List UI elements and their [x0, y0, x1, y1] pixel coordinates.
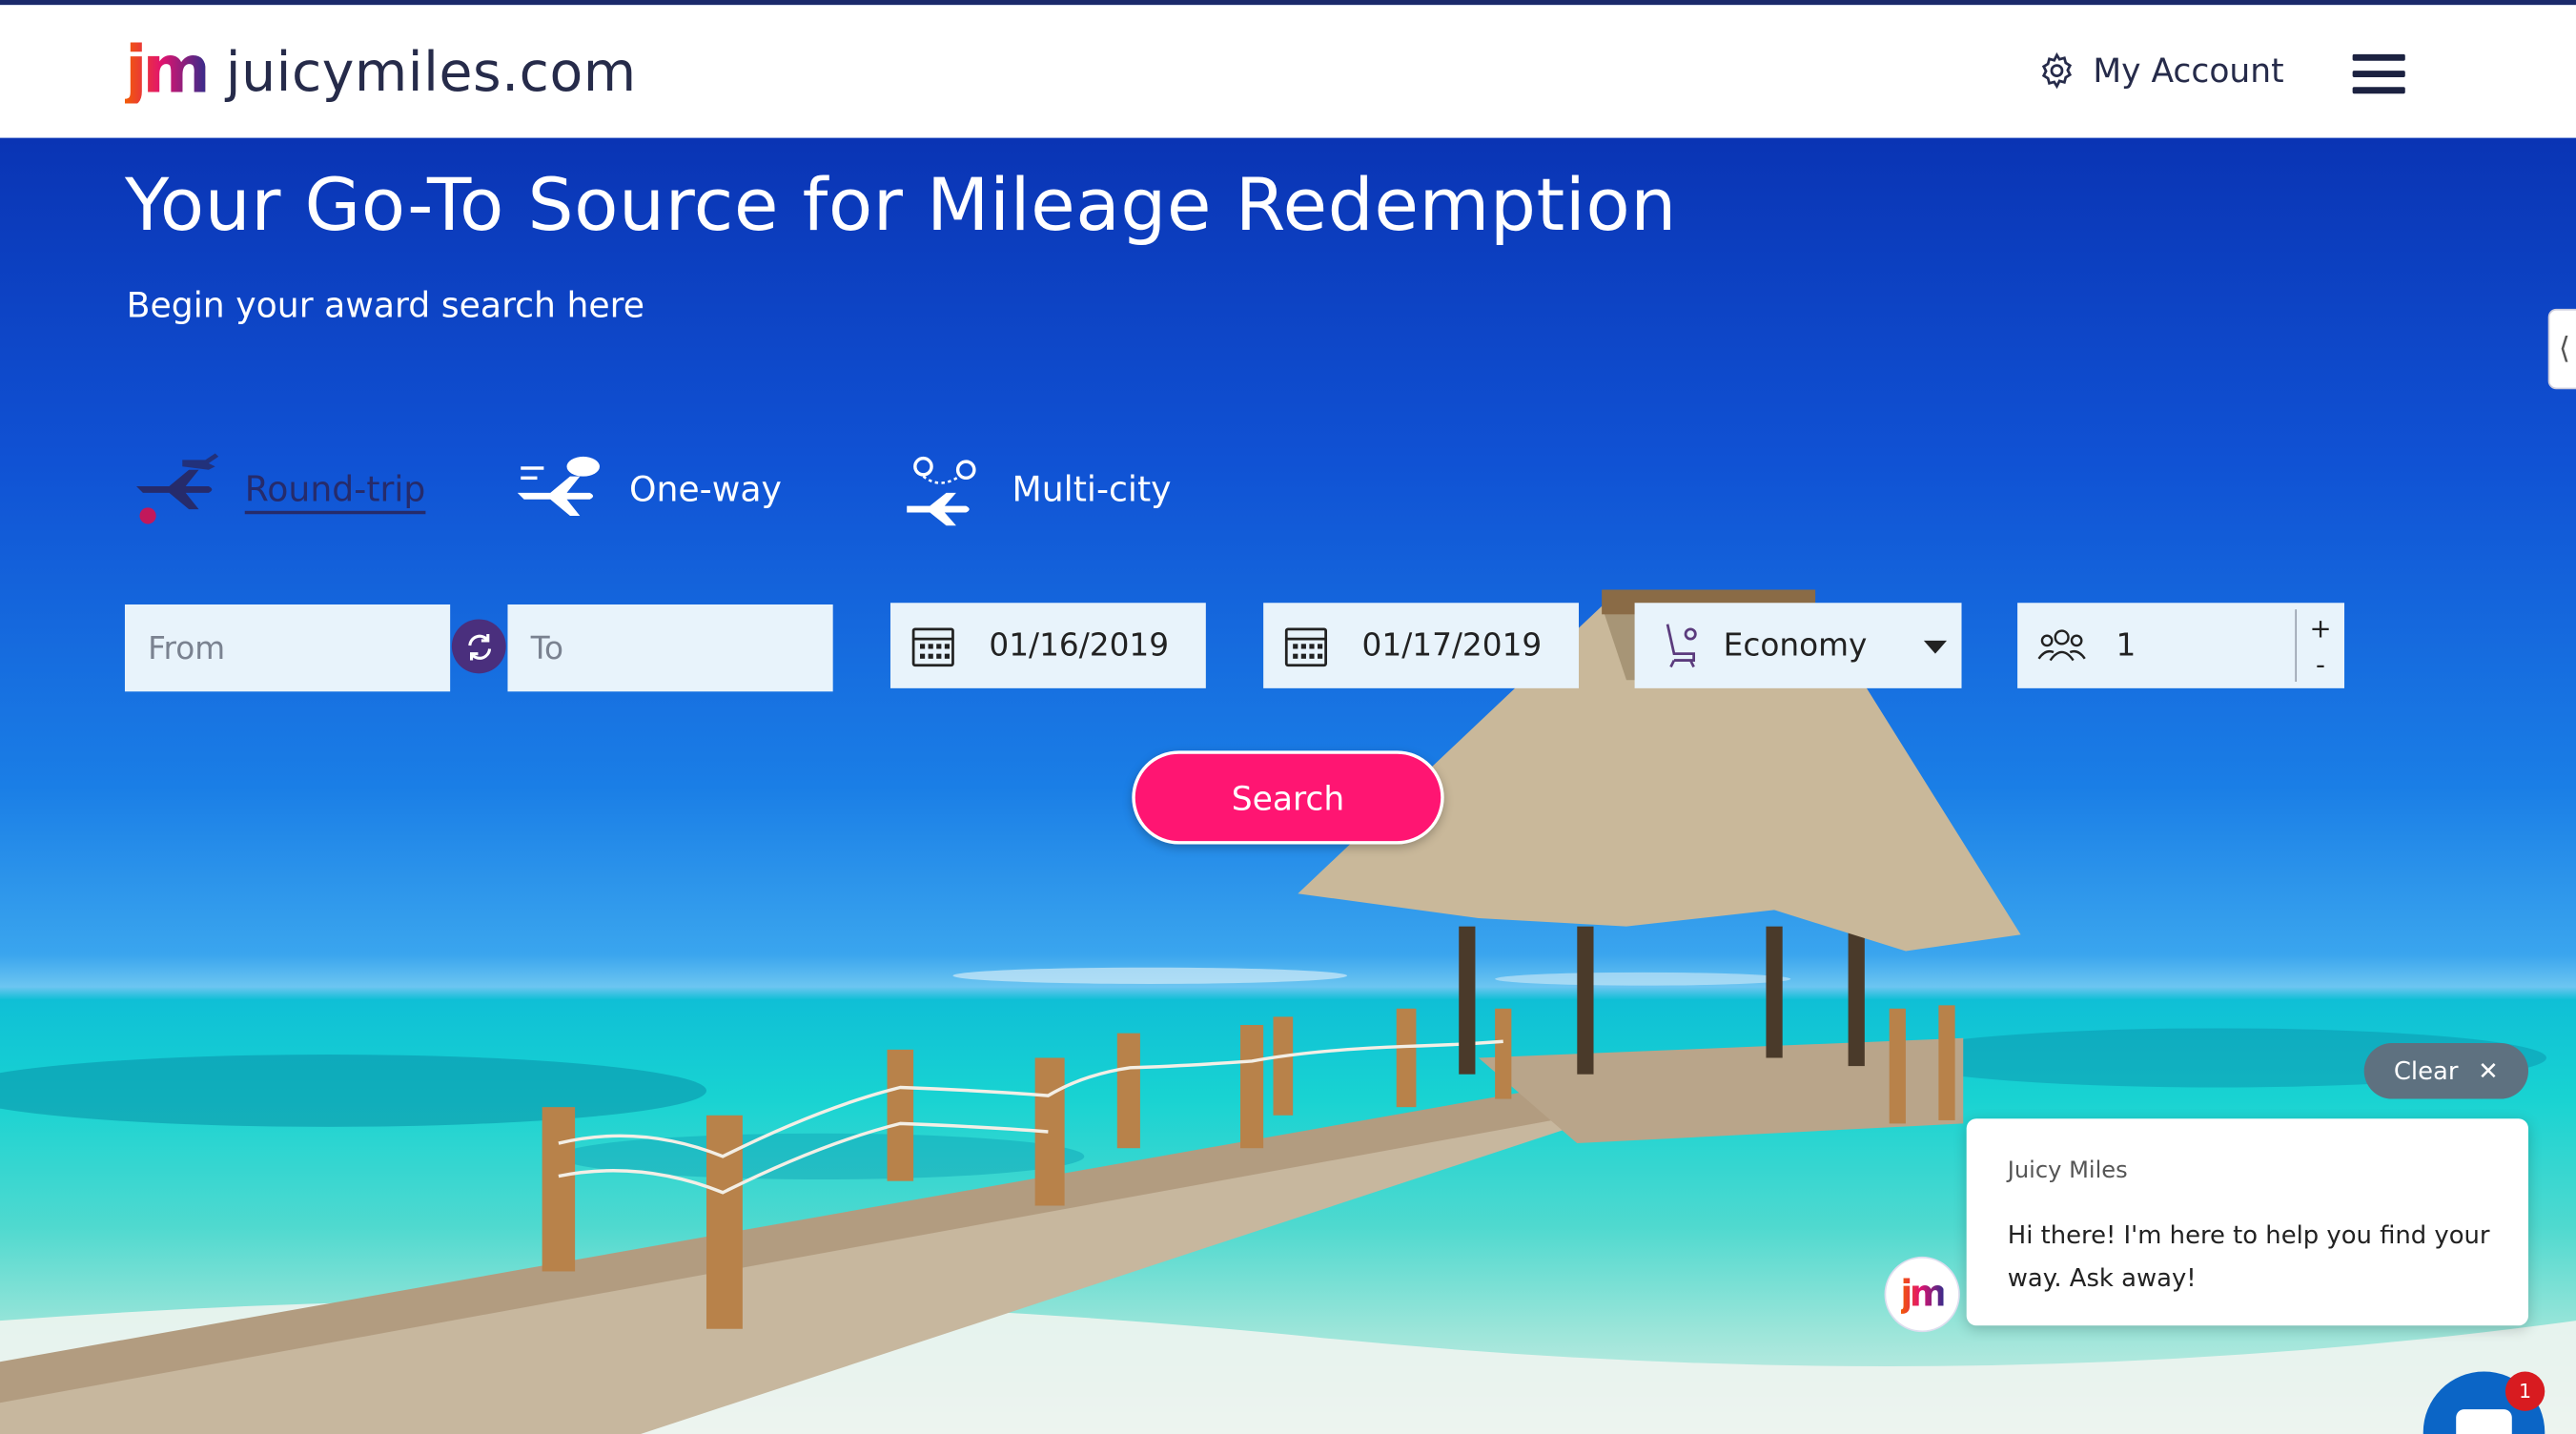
- depart-date-value: 01/16/2019: [989, 627, 1170, 665]
- round-trip-planes-icon: [136, 453, 219, 524]
- swap-airports-button[interactable]: [451, 619, 506, 674]
- page-title: Your Go-To Source for Mileage Redemption: [124, 164, 1677, 249]
- unread-badge: 1: [2504, 1371, 2545, 1411]
- return-date-value: 01/17/2019: [1361, 627, 1543, 665]
- chat-avatar-text: jm: [1900, 1274, 1947, 1316]
- increment-button[interactable]: +: [2309, 612, 2331, 644]
- return-date-field[interactable]: 01/17/2019: [1263, 603, 1580, 688]
- site-header: jm juicymiles.com My Account: [0, 5, 2576, 138]
- trip-type-label: Round-trip: [244, 469, 426, 510]
- calendar-icon: [1284, 627, 1328, 667]
- trip-type-label: One-way: [628, 469, 782, 510]
- logo-text: juicymiles.com: [225, 38, 637, 103]
- passengers-stepper: + -: [2295, 609, 2344, 682]
- depart-date-field[interactable]: 01/16/2019: [889, 603, 1206, 688]
- chat-clear-button[interactable]: Clear ✕: [2363, 1042, 2529, 1099]
- trip-type-multi-city[interactable]: Multi-city: [900, 450, 1172, 529]
- page: jm juicymiles.com My Account Your Go-To …: [0, 0, 2576, 1434]
- site-logo[interactable]: jm juicymiles.com: [125, 28, 637, 113]
- cabin-class-value: Economy: [1723, 627, 1868, 665]
- chat-bubble-icon: [2456, 1409, 2512, 1434]
- one-way-plane-icon: [517, 456, 600, 516]
- logo-mark: jm: [124, 32, 211, 109]
- cabin-class-select[interactable]: Economy: [1634, 603, 1962, 688]
- swap-icon: [467, 633, 491, 660]
- chevron-down-icon: [1923, 640, 1948, 654]
- calendar-icon: [911, 627, 954, 667]
- close-icon: ✕: [2478, 1055, 2499, 1086]
- my-account-label: My Account: [2093, 51, 2284, 91]
- chat-sender-name: Juicy Miles: [2007, 1157, 2128, 1185]
- decrement-button[interactable]: -: [2316, 648, 2325, 680]
- passengers-field[interactable]: 1 + -: [2017, 603, 2345, 688]
- multi-city-plane-icon: [907, 456, 976, 526]
- chevron-left-icon: ⟨: [2558, 332, 2570, 367]
- chat-avatar: jm: [1884, 1256, 1960, 1333]
- to-input[interactable]: [507, 629, 833, 666]
- chat-clear-label: Clear: [2393, 1055, 2459, 1086]
- trip-type-one-way[interactable]: One-way: [517, 450, 782, 529]
- my-account-link[interactable]: My Account: [2037, 51, 2284, 91]
- passengers-icon: [2037, 629, 2086, 662]
- gear-icon: [2041, 51, 2073, 90]
- menu-icon[interactable]: [2352, 53, 2405, 94]
- from-field[interactable]: [124, 604, 451, 692]
- from-input[interactable]: [124, 629, 451, 666]
- seat-icon: [1666, 624, 1697, 668]
- passengers-value: 1: [2116, 627, 2136, 665]
- trip-type-round-trip[interactable]: Round-trip: [133, 450, 426, 529]
- side-collapse-tab[interactable]: ⟨: [2547, 308, 2576, 390]
- chat-message-card[interactable]: Juicy Miles Hi there! I'm here to help y…: [1966, 1118, 2529, 1326]
- search-button[interactable]: Search: [1132, 750, 1444, 845]
- to-field[interactable]: [507, 604, 833, 692]
- chat-message-text: Hi there! I'm here to help you find your…: [2007, 1220, 2490, 1293]
- page-subtitle: Begin your award search here: [126, 285, 645, 326]
- trip-type-label: Multi-city: [1012, 469, 1172, 510]
